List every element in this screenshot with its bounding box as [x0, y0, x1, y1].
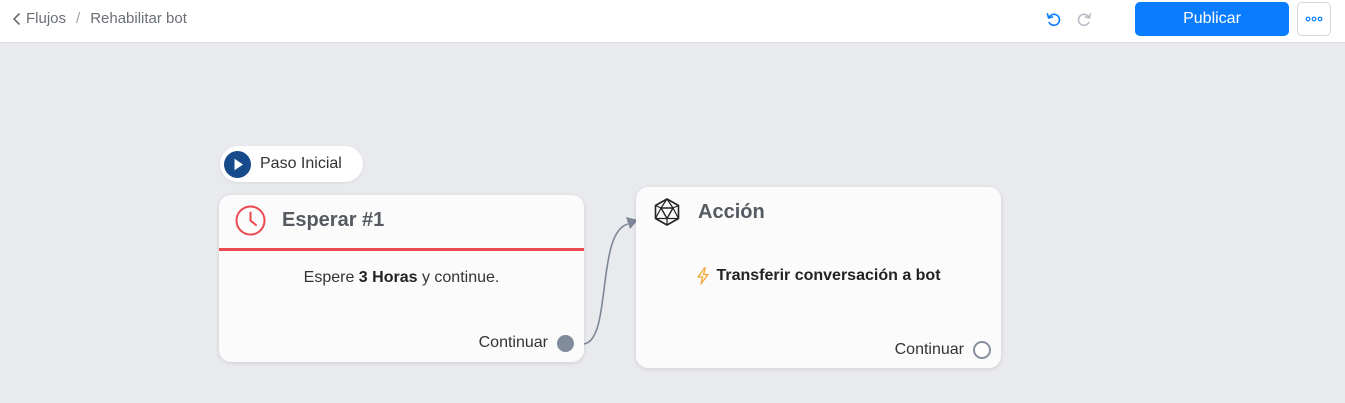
breadcrumb-flujos: Flujos [26, 10, 67, 27]
wait-card-header: Esperar #1 [219, 195, 584, 245]
action-continue-label: Continuar [894, 341, 964, 358]
wait-card-divider [219, 248, 584, 251]
action-continue-output: Continuar [895, 341, 991, 359]
redo-button[interactable] [1073, 8, 1095, 30]
wait-step-card[interactable]: Esperar #1 Espere 3 Horas y continue. Co… [219, 195, 584, 362]
undo-button[interactable] [1042, 8, 1064, 30]
redo-icon [1077, 12, 1091, 26]
action-card-title: Acción [698, 200, 765, 223]
top-bar: Flujos / Rehabilitar bot Publicar [0, 0, 1345, 43]
play-icon [224, 150, 251, 178]
wait-description: Espere 3 Horas y continue. [219, 269, 584, 287]
action-output-port[interactable] [973, 341, 991, 359]
action-step-card[interactable]: Acción Transferir conversación a bot Con… [636, 187, 1001, 368]
wait-output-port[interactable] [557, 334, 574, 352]
more-options-button[interactable] [1297, 2, 1331, 36]
wait-text-after: y continue. [421, 269, 500, 286]
lightning-icon [697, 267, 710, 285]
publish-button[interactable]: Publicar [1135, 2, 1289, 36]
wait-continue-label: Continuar [478, 334, 548, 351]
wait-text-before: Espere [303, 269, 355, 286]
action-card-header: Acción [636, 187, 1001, 237]
start-step-label: Paso Inicial [260, 155, 342, 172]
start-step-node[interactable]: Paso Inicial [220, 146, 363, 182]
action-text: Transferir conversación a bot [716, 267, 941, 284]
breadcrumb-current: Rehabilitar bot [90, 10, 187, 27]
wait-duration: 3 Horas [358, 269, 418, 286]
breadcrumb: Flujos / Rehabilitar bot [12, 10, 187, 27]
chevron-left-icon [12, 12, 21, 25]
action-description: Transferir conversación a bot [636, 267, 1001, 285]
wait-card-title: Esperar #1 [282, 208, 385, 231]
breadcrumb-separator: / [76, 10, 81, 27]
icosahedron-icon [654, 198, 680, 226]
undo-icon [1046, 12, 1060, 26]
more-horizontal-icon [1305, 16, 1323, 22]
breadcrumb-back-link[interactable]: Flujos [12, 10, 66, 27]
wait-continue-output: Continuar [479, 334, 574, 352]
clock-icon [235, 205, 266, 235]
